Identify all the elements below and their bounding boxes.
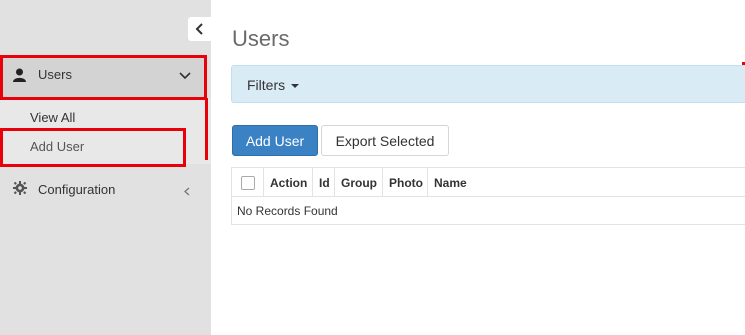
sidebar: Users View All Add User Configuration (0, 0, 211, 335)
table-header: Action Id Group Photo Name (232, 168, 745, 197)
annotation-bar-submenu (205, 98, 208, 160)
sidebar-item-configuration-label: Configuration (38, 182, 116, 197)
sidebar-collapse-button[interactable] (188, 17, 211, 41)
column-header-action[interactable]: Action (264, 168, 313, 197)
column-header-id[interactable]: Id (313, 168, 335, 197)
sidebar-item-users-label: Users (38, 67, 72, 82)
select-all-checkbox[interactable] (240, 175, 255, 190)
sidebar-item-add-user[interactable]: Add User (30, 139, 84, 154)
chevron-left-icon (195, 23, 203, 35)
column-header-group[interactable]: Group (335, 168, 383, 197)
page-title: Users (232, 26, 290, 51)
gear-icon (13, 181, 27, 195)
filters-toggle[interactable]: Filters (231, 65, 745, 103)
sidebar-item-users[interactable]: Users (0, 56, 205, 98)
users-submenu: View All Add User (0, 98, 211, 164)
select-all-cell (232, 168, 264, 197)
users-table: Action Id Group Photo Name No Records Fo… (231, 167, 745, 225)
chevron-down-icon[interactable] (179, 71, 191, 80)
sidebar-item-view-all[interactable]: View All (30, 110, 75, 125)
sidebar-item-configuration[interactable]: Configuration (0, 172, 211, 208)
column-header-photo[interactable]: Photo (383, 168, 428, 197)
add-user-button[interactable]: Add User (232, 125, 318, 156)
caret-down-icon (291, 84, 299, 88)
empty-table-message: No Records Found (237, 204, 338, 218)
chevron-left-icon[interactable] (184, 187, 190, 196)
filters-label: Filters (247, 77, 286, 93)
export-selected-button[interactable]: Export Selected (321, 125, 449, 156)
column-header-name[interactable]: Name (428, 168, 745, 197)
user-icon (13, 68, 26, 82)
